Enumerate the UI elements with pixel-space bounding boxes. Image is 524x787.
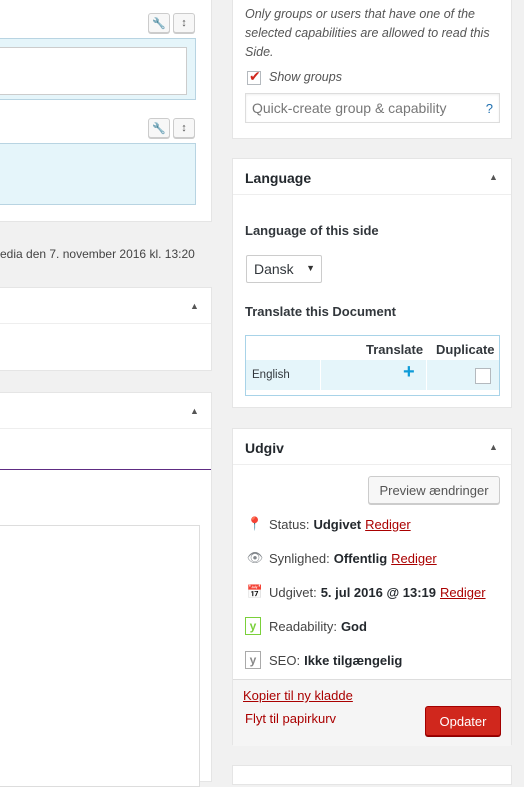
- publish-title: Udgiv: [245, 440, 284, 456]
- collapse-arrow-icon[interactable]: ▲: [489, 442, 498, 452]
- plus-icon[interactable]: +: [403, 361, 415, 384]
- show-groups-checkbox[interactable]: ✔: [247, 68, 261, 85]
- language-select[interactable]: Dansk ▼: [246, 255, 322, 283]
- access-box: Only groups or users that have one of th…: [232, 0, 512, 139]
- readability-row: y Readability: God: [245, 616, 367, 636]
- calendar-icon: 📅: [246, 584, 264, 599]
- move-to-trash-link[interactable]: Flyt til papirkurv: [245, 711, 336, 726]
- editor-panel: ▲: [0, 392, 212, 787]
- edit-date-link[interactable]: Rediger: [440, 585, 486, 600]
- checkmark-icon: ✔: [249, 68, 261, 84]
- collapse-arrow-icon[interactable]: ▲: [489, 172, 498, 182]
- eye-icon: 👁: [246, 550, 264, 565]
- wrench-icon: 🔧: [152, 122, 166, 135]
- translation-table: Translate Duplicate English +: [245, 335, 500, 396]
- translate-document-label: Translate this Document: [245, 304, 396, 319]
- language-title: Language: [245, 170, 312, 186]
- update-button[interactable]: Opdater: [425, 706, 501, 736]
- next-sidebar-box: [232, 765, 512, 785]
- wrench-button-1[interactable]: 🔧: [148, 13, 170, 33]
- col-duplicate-header: Duplicate: [436, 342, 495, 357]
- field-box-2[interactable]: [0, 143, 196, 205]
- vertical-arrows-icon: ↕: [181, 122, 187, 134]
- edit-visibility-link[interactable]: Rediger: [391, 551, 437, 566]
- pin-icon: 📍: [246, 516, 264, 531]
- col-translate-header: Translate: [366, 342, 424, 357]
- seo-icon: y: [245, 651, 261, 669]
- duplicate-checkbox[interactable]: [475, 368, 491, 384]
- publish-box: Udgiv ▲ Preview ændringer 📍 Status: Udgi…: [232, 428, 512, 746]
- language-box: Language ▲ Language of this side Dansk ▼…: [232, 158, 512, 408]
- seo-row: y SEO: Ikke tilgængelig: [245, 650, 402, 670]
- publish-actions: Kopier til ny kladde Flyt til papirkurv …: [233, 679, 511, 746]
- collapsed-panel: ▲: [0, 287, 212, 371]
- copy-to-draft-link[interactable]: Kopier til ny kladde: [243, 688, 353, 703]
- table-row: English +: [246, 360, 499, 390]
- field-box-1[interactable]: [0, 38, 196, 100]
- dropdown-arrow-icon: ▼: [306, 263, 315, 273]
- custom-field-panel-top: 🔧 ↕ 🔧 ↕: [0, 0, 212, 222]
- editor-area[interactable]: [0, 525, 200, 787]
- access-note: Only groups or users that have one of th…: [245, 7, 490, 59]
- collapse-arrow-icon[interactable]: ▲: [190, 406, 199, 416]
- resize-button-2[interactable]: ↕: [173, 118, 195, 138]
- collapse-arrow-icon[interactable]: ▲: [190, 301, 199, 311]
- field-input-1[interactable]: [0, 47, 187, 95]
- wrench-button-2[interactable]: 🔧: [148, 118, 170, 138]
- purple-divider: [0, 469, 211, 470]
- show-groups-label: Show groups: [269, 70, 342, 84]
- vertical-arrows-icon: ↕: [181, 17, 187, 29]
- resize-button-1[interactable]: ↕: [173, 13, 195, 33]
- help-icon[interactable]: ?: [486, 101, 493, 116]
- published-row: 📅 Udgivet: 5. jul 2016 @ 13:19 Rediger: [246, 584, 486, 600]
- row-language: English: [252, 369, 290, 381]
- language-of-side-label: Language of this side: [245, 223, 379, 238]
- last-modified-text: edia den 7. november 2016 kl. 13:20: [0, 247, 195, 261]
- edit-status-link[interactable]: Rediger: [365, 517, 411, 532]
- preview-changes-button[interactable]: Preview ændringer: [368, 476, 500, 504]
- readability-icon: y: [245, 617, 261, 635]
- visibility-row: 👁 Synlighed: Offentlig Rediger: [246, 550, 437, 566]
- wrench-icon: 🔧: [152, 17, 166, 30]
- quick-create-input[interactable]: Quick-create group & capability ?: [245, 93, 500, 123]
- status-row: 📍 Status: Udgivet Rediger: [246, 516, 411, 532]
